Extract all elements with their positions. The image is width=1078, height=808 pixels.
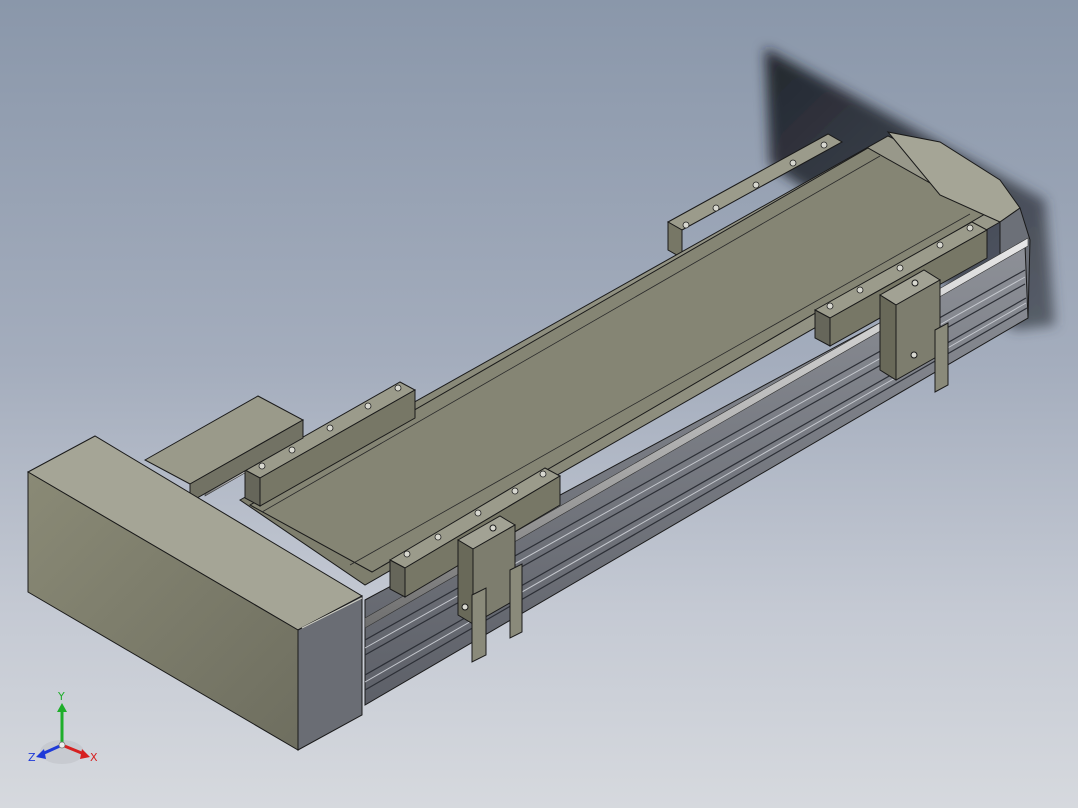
axis-triad[interactable]: Y X Z	[22, 690, 112, 770]
cad-viewport[interactable]: Y X Z	[0, 0, 1078, 808]
x-axis-label: X	[90, 751, 98, 764]
y-axis-arrow	[57, 703, 67, 712]
y-axis-label: Y	[57, 690, 65, 703]
linear-actuator-model[interactable]	[0, 0, 1078, 808]
z-axis-label: Z	[28, 751, 36, 764]
